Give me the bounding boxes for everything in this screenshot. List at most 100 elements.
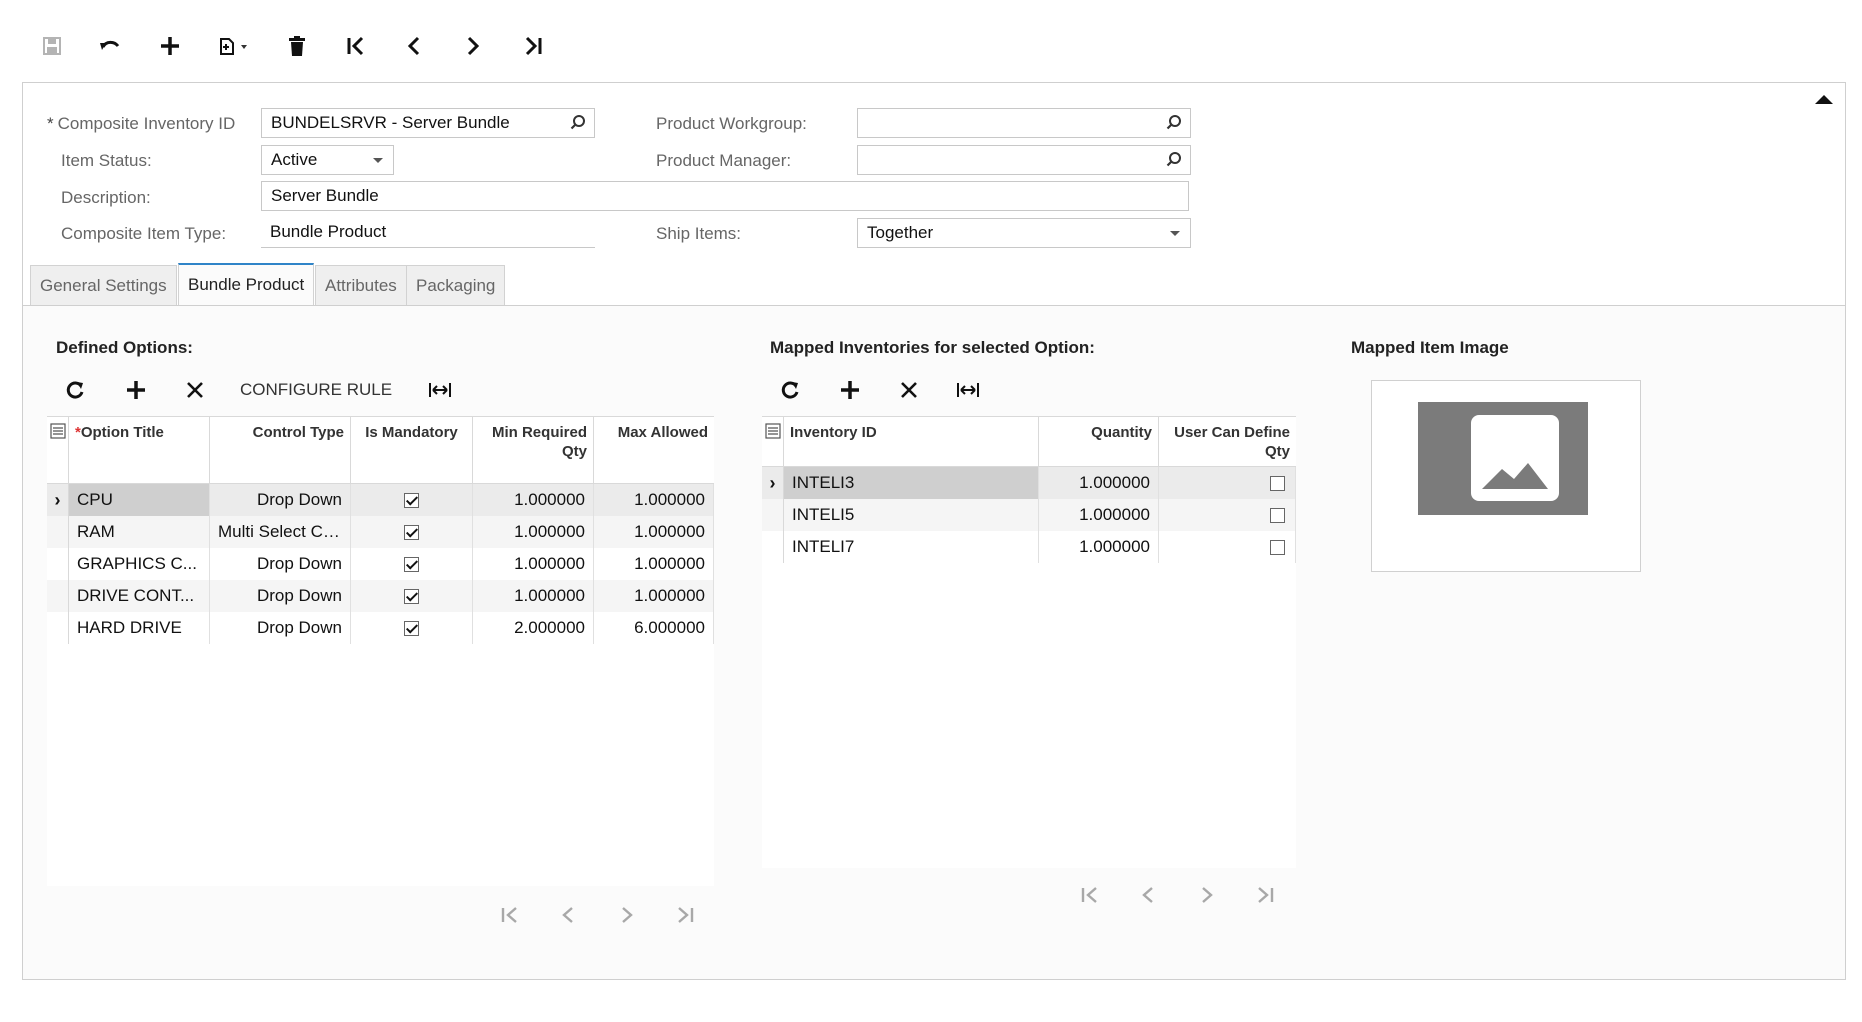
min-required-qty-cell[interactable]: 2.000000 [473, 612, 594, 644]
table-row[interactable]: RAM Multi Select Com 1.000000 1.000000 [47, 516, 714, 548]
configure-rule-button[interactable]: CONFIGURE RULE [240, 375, 392, 405]
option-title-cell[interactable]: HARD DRIVE [69, 612, 210, 644]
min-required-qty-cell[interactable]: 1.000000 [473, 548, 594, 580]
control-type-cell[interactable]: Drop Down [210, 580, 351, 612]
mandatory-checkbox[interactable] [404, 525, 419, 541]
tab-bundle-product[interactable]: Bundle Product [178, 263, 315, 305]
row-selector[interactable] [47, 580, 69, 612]
max-allowed-cell[interactable]: 6.000000 [594, 612, 714, 644]
min-required-qty-cell[interactable]: 1.000000 [473, 580, 594, 612]
max-allowed-cell[interactable]: 1.000000 [594, 516, 714, 548]
control-type-cell[interactable]: Drop Down [210, 484, 351, 516]
column-header-min-required-qty[interactable]: Min Required Qty [473, 417, 594, 483]
max-allowed-cell[interactable]: 1.000000 [594, 548, 714, 580]
options-next-page-button[interactable] [612, 900, 642, 930]
next-record-button[interactable] [457, 30, 489, 62]
description-field[interactable]: Server Bundle [261, 181, 1189, 211]
table-row[interactable]: › INTELI3 1.000000 [762, 467, 1296, 499]
inventory-id-cell[interactable]: INTELI5 [784, 499, 1039, 531]
column-header-user-can-define-qty[interactable]: User Can Define Qty [1159, 417, 1296, 466]
delete-inventory-button[interactable] [896, 375, 922, 405]
table-row[interactable]: HARD DRIVE Drop Down 2.000000 6.000000 [47, 612, 714, 644]
column-header-quantity[interactable]: Quantity [1039, 417, 1159, 466]
fit-columns-button[interactable] [955, 375, 981, 405]
previous-record-button[interactable] [398, 30, 430, 62]
first-record-button[interactable] [340, 30, 372, 62]
row-selector[interactable] [47, 548, 69, 580]
inventories-next-page-button[interactable] [1192, 880, 1222, 910]
collapse-header-icon[interactable] [1815, 95, 1833, 104]
mandatory-checkbox[interactable] [404, 589, 419, 605]
table-row[interactable]: GRAPHICS C... Drop Down 1.000000 1.000000 [47, 548, 714, 580]
max-allowed-cell[interactable]: 1.000000 [594, 484, 714, 516]
inventories-previous-page-button[interactable] [1133, 880, 1163, 910]
options-first-page-button[interactable] [495, 900, 525, 930]
control-type-cell[interactable]: Drop Down [210, 612, 351, 644]
control-type-cell[interactable]: Multi Select Com [210, 516, 351, 548]
mandatory-checkbox[interactable] [404, 493, 419, 509]
search-icon[interactable] [570, 109, 586, 137]
copy-paste-button[interactable] [214, 30, 258, 62]
is-mandatory-cell[interactable] [351, 516, 473, 548]
row-selector[interactable] [47, 612, 69, 644]
table-row[interactable]: INTELI5 1.000000 [762, 499, 1296, 531]
user-can-define-checkbox[interactable] [1270, 476, 1285, 492]
undo-button[interactable] [94, 30, 126, 62]
inventory-id-cell[interactable]: INTELI7 [784, 531, 1039, 563]
grid-settings-icon[interactable] [762, 417, 784, 466]
inventories-first-page-button[interactable] [1075, 880, 1105, 910]
search-icon[interactable] [1166, 109, 1182, 137]
column-header-max-allowed[interactable]: Max Allowed [594, 417, 714, 483]
product-workgroup-field[interactable] [857, 108, 1191, 138]
user-can-define-checkbox[interactable] [1270, 508, 1285, 524]
options-last-page-button[interactable] [670, 900, 700, 930]
column-header-is-mandatory[interactable]: Is Mandatory [351, 417, 473, 483]
option-title-cell[interactable]: CPU [69, 484, 210, 516]
fit-columns-button[interactable] [427, 375, 453, 405]
max-allowed-cell[interactable]: 1.000000 [594, 580, 714, 612]
min-required-qty-cell[interactable]: 1.000000 [473, 484, 594, 516]
mandatory-checkbox[interactable] [404, 621, 419, 637]
is-mandatory-cell[interactable] [351, 484, 473, 516]
option-title-cell[interactable]: DRIVE CONT... [69, 580, 210, 612]
user-can-define-qty-cell[interactable] [1159, 531, 1296, 563]
composite-inventory-id-field[interactable]: BUNDELSRVR - Server Bundle [261, 108, 595, 138]
options-previous-page-button[interactable] [553, 900, 583, 930]
row-selector[interactable] [47, 516, 69, 548]
tab-general-settings[interactable]: General Settings [30, 265, 177, 305]
inventory-id-cell[interactable]: INTELI3 [784, 467, 1039, 499]
option-title-cell[interactable]: RAM [69, 516, 210, 548]
add-inventory-button[interactable] [837, 375, 863, 405]
row-selector-chevron-icon[interactable]: › [762, 467, 784, 499]
search-icon[interactable] [1166, 146, 1182, 174]
table-row[interactable]: › CPU Drop Down 1.000000 1.000000 [47, 484, 714, 516]
ship-items-select[interactable]: Together [857, 218, 1191, 248]
row-selector[interactable] [762, 499, 784, 531]
is-mandatory-cell[interactable] [351, 580, 473, 612]
quantity-cell[interactable]: 1.000000 [1039, 499, 1159, 531]
is-mandatory-cell[interactable] [351, 548, 473, 580]
column-header-option-title[interactable]: *Option Title [69, 417, 210, 483]
delete-button[interactable] [281, 30, 313, 62]
table-row[interactable]: INTELI7 1.000000 [762, 531, 1296, 563]
add-option-button[interactable] [123, 375, 149, 405]
is-mandatory-cell[interactable] [351, 612, 473, 644]
quantity-cell[interactable]: 1.000000 [1039, 531, 1159, 563]
min-required-qty-cell[interactable]: 1.000000 [473, 516, 594, 548]
mandatory-checkbox[interactable] [404, 557, 419, 573]
last-record-button[interactable] [517, 30, 549, 62]
add-button[interactable] [154, 30, 186, 62]
control-type-cell[interactable]: Drop Down [210, 548, 351, 580]
item-status-select[interactable]: Active [261, 145, 394, 175]
user-can-define-qty-cell[interactable] [1159, 499, 1296, 531]
delete-option-button[interactable] [182, 375, 208, 405]
refresh-button[interactable] [777, 375, 803, 405]
save-button[interactable] [36, 30, 68, 62]
quantity-cell[interactable]: 1.000000 [1039, 467, 1159, 499]
tab-attributes[interactable]: Attributes [315, 265, 407, 305]
grid-settings-icon[interactable] [47, 417, 69, 483]
tab-packaging[interactable]: Packaging [406, 265, 506, 305]
column-header-inventory-id[interactable]: Inventory ID [784, 417, 1039, 466]
user-can-define-qty-cell[interactable] [1159, 467, 1296, 499]
product-manager-field[interactable] [857, 145, 1191, 175]
